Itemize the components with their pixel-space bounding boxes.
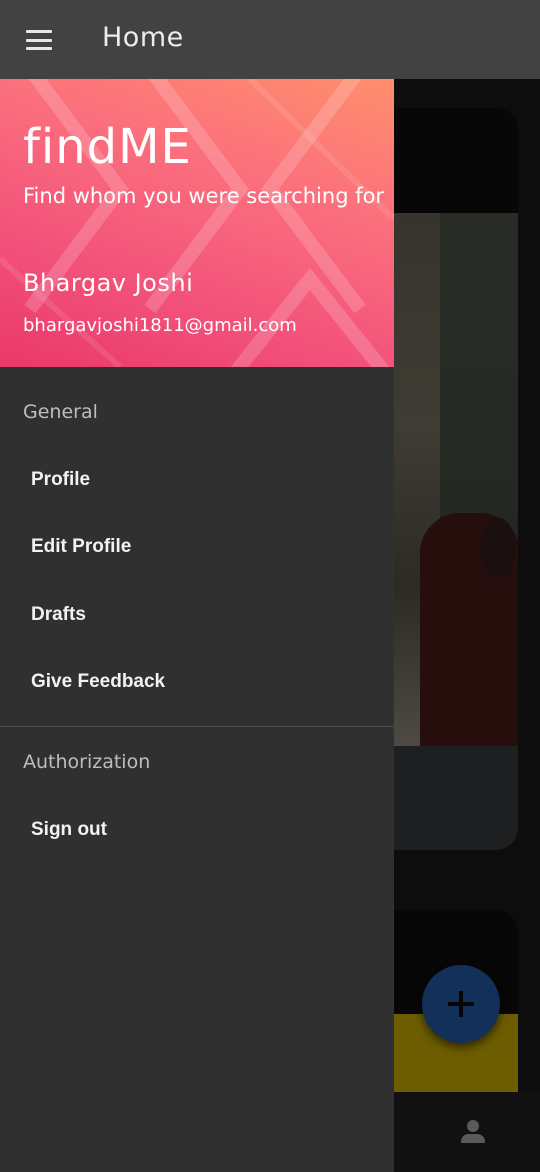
drawer-header: findME Find whom you were searching for … — [0, 79, 394, 367]
nav-item-profile[interactable]: Profile — [0, 450, 394, 510]
user-email: bhargavjoshi1811@gmail.com — [23, 315, 297, 336]
navigation-drawer: findME Find whom you were searching for … — [0, 79, 394, 1172]
section-label-general: General — [23, 401, 98, 423]
page-title: Home — [102, 22, 184, 53]
app-tagline: Find whom you were searching for — [23, 184, 385, 208]
app-name: findME — [23, 119, 192, 175]
section-divider — [0, 726, 394, 727]
app-bar: Home — [0, 0, 540, 79]
nav-item-sign-out[interactable]: Sign out — [0, 800, 394, 860]
add-icon — [448, 991, 474, 1017]
user-name: Bhargav Joshi — [23, 269, 194, 297]
nav-item-edit-profile[interactable]: Edit Profile — [0, 517, 394, 577]
nav-item-give-feedback[interactable]: Give Feedback — [0, 652, 394, 712]
hamburger-menu-icon[interactable] — [26, 30, 54, 50]
add-post-button[interactable] — [422, 965, 500, 1043]
section-label-authorization: Authorization — [23, 751, 151, 773]
person-icon[interactable] — [460, 1118, 486, 1146]
nav-item-drafts[interactable]: Drafts — [0, 585, 394, 645]
